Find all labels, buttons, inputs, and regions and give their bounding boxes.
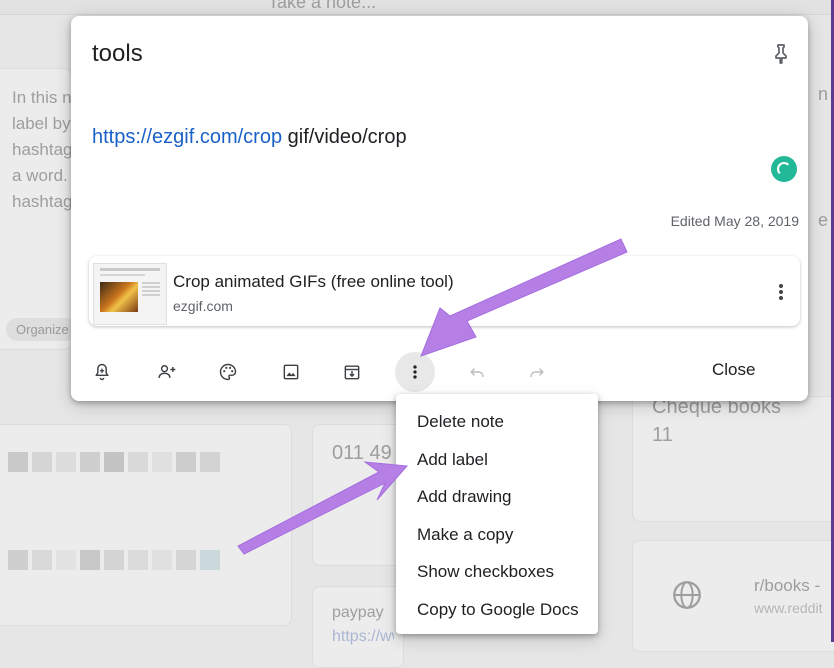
bg-right-link-domain: www.reddit	[754, 600, 823, 616]
bg-label-chip: Organize	[6, 318, 79, 341]
note-body-link[interactable]: https://ezgif.com/crop	[92, 126, 282, 148]
edited-timestamp: Edited May 28, 2019	[670, 213, 799, 229]
link-preview-card[interactable]: Crop animated GIFs (free online tool) ez…	[89, 256, 800, 326]
close-button[interactable]: Close	[712, 360, 755, 380]
bell-plus-icon[interactable]	[82, 352, 122, 392]
take-note-placeholder: Take a note...	[268, 0, 377, 12]
bg-right-link-title: r/books -	[754, 576, 821, 595]
pin-icon[interactable]	[769, 42, 793, 66]
menu-item-add-label[interactable]: Add label	[417, 450, 488, 470]
menu-item-copy-to-docs[interactable]: Copy to Google Docs	[417, 600, 579, 620]
blurred-content	[8, 550, 220, 570]
bg-left-note-line: hashtag	[12, 192, 73, 211]
archive-icon[interactable]	[332, 352, 372, 392]
menu-item-make-copy[interactable]: Make a copy	[417, 525, 513, 545]
bg-left-note-line: In this n	[12, 88, 72, 107]
image-icon[interactable]	[271, 352, 311, 392]
link-more-icon[interactable]	[773, 282, 789, 302]
more-options-menu: Delete note Add label Add drawing Make a…	[396, 394, 598, 634]
bg-left-note-line: hashtag	[12, 140, 73, 159]
sync-status-icon	[771, 156, 797, 182]
bg-bottom-note	[312, 586, 404, 668]
link-preview-domain: ezgif.com	[173, 298, 233, 314]
add-collaborator-icon[interactable]	[147, 352, 187, 392]
bg-right-edge-text: n	[818, 84, 829, 104]
palette-icon[interactable]	[208, 352, 248, 392]
bg-middle-note-number: 011 49	[332, 442, 392, 464]
menu-item-show-checkboxes[interactable]: Show checkboxes	[417, 562, 554, 582]
link-preview-title: Crop animated GIFs (free online tool)	[173, 272, 454, 291]
menu-item-add-drawing[interactable]: Add drawing	[417, 487, 512, 507]
bg-left-note-line: label by	[12, 114, 71, 133]
globe-icon	[670, 578, 704, 612]
note-toolbar: Close	[71, 352, 808, 392]
bg-right-note-number: 11	[652, 424, 673, 446]
note-editor-dialog: tools https://ezgif.com/crop gif/video/c…	[71, 16, 808, 401]
bg-right-edge-text: e	[818, 210, 829, 230]
note-body-text: gif/video/crop	[282, 126, 407, 148]
bg-right-link-card	[632, 540, 834, 652]
undo-icon[interactable]	[457, 352, 497, 392]
menu-item-delete-note[interactable]: Delete note	[417, 412, 504, 432]
bg-left-note-line: a word.	[12, 166, 68, 185]
redo-icon[interactable]	[517, 352, 557, 392]
bg-bottom-note-text: paypay	[332, 604, 384, 621]
note-title[interactable]: tools	[92, 40, 143, 68]
more-vert-icon[interactable]	[395, 352, 435, 392]
bg-bottom-note-link: https://www.paypal.me/ox	[332, 628, 394, 645]
blurred-content	[8, 452, 220, 472]
top-bar	[0, 0, 834, 15]
note-body[interactable]: https://ezgif.com/crop gif/video/crop	[92, 126, 407, 149]
link-thumbnail	[93, 263, 167, 325]
